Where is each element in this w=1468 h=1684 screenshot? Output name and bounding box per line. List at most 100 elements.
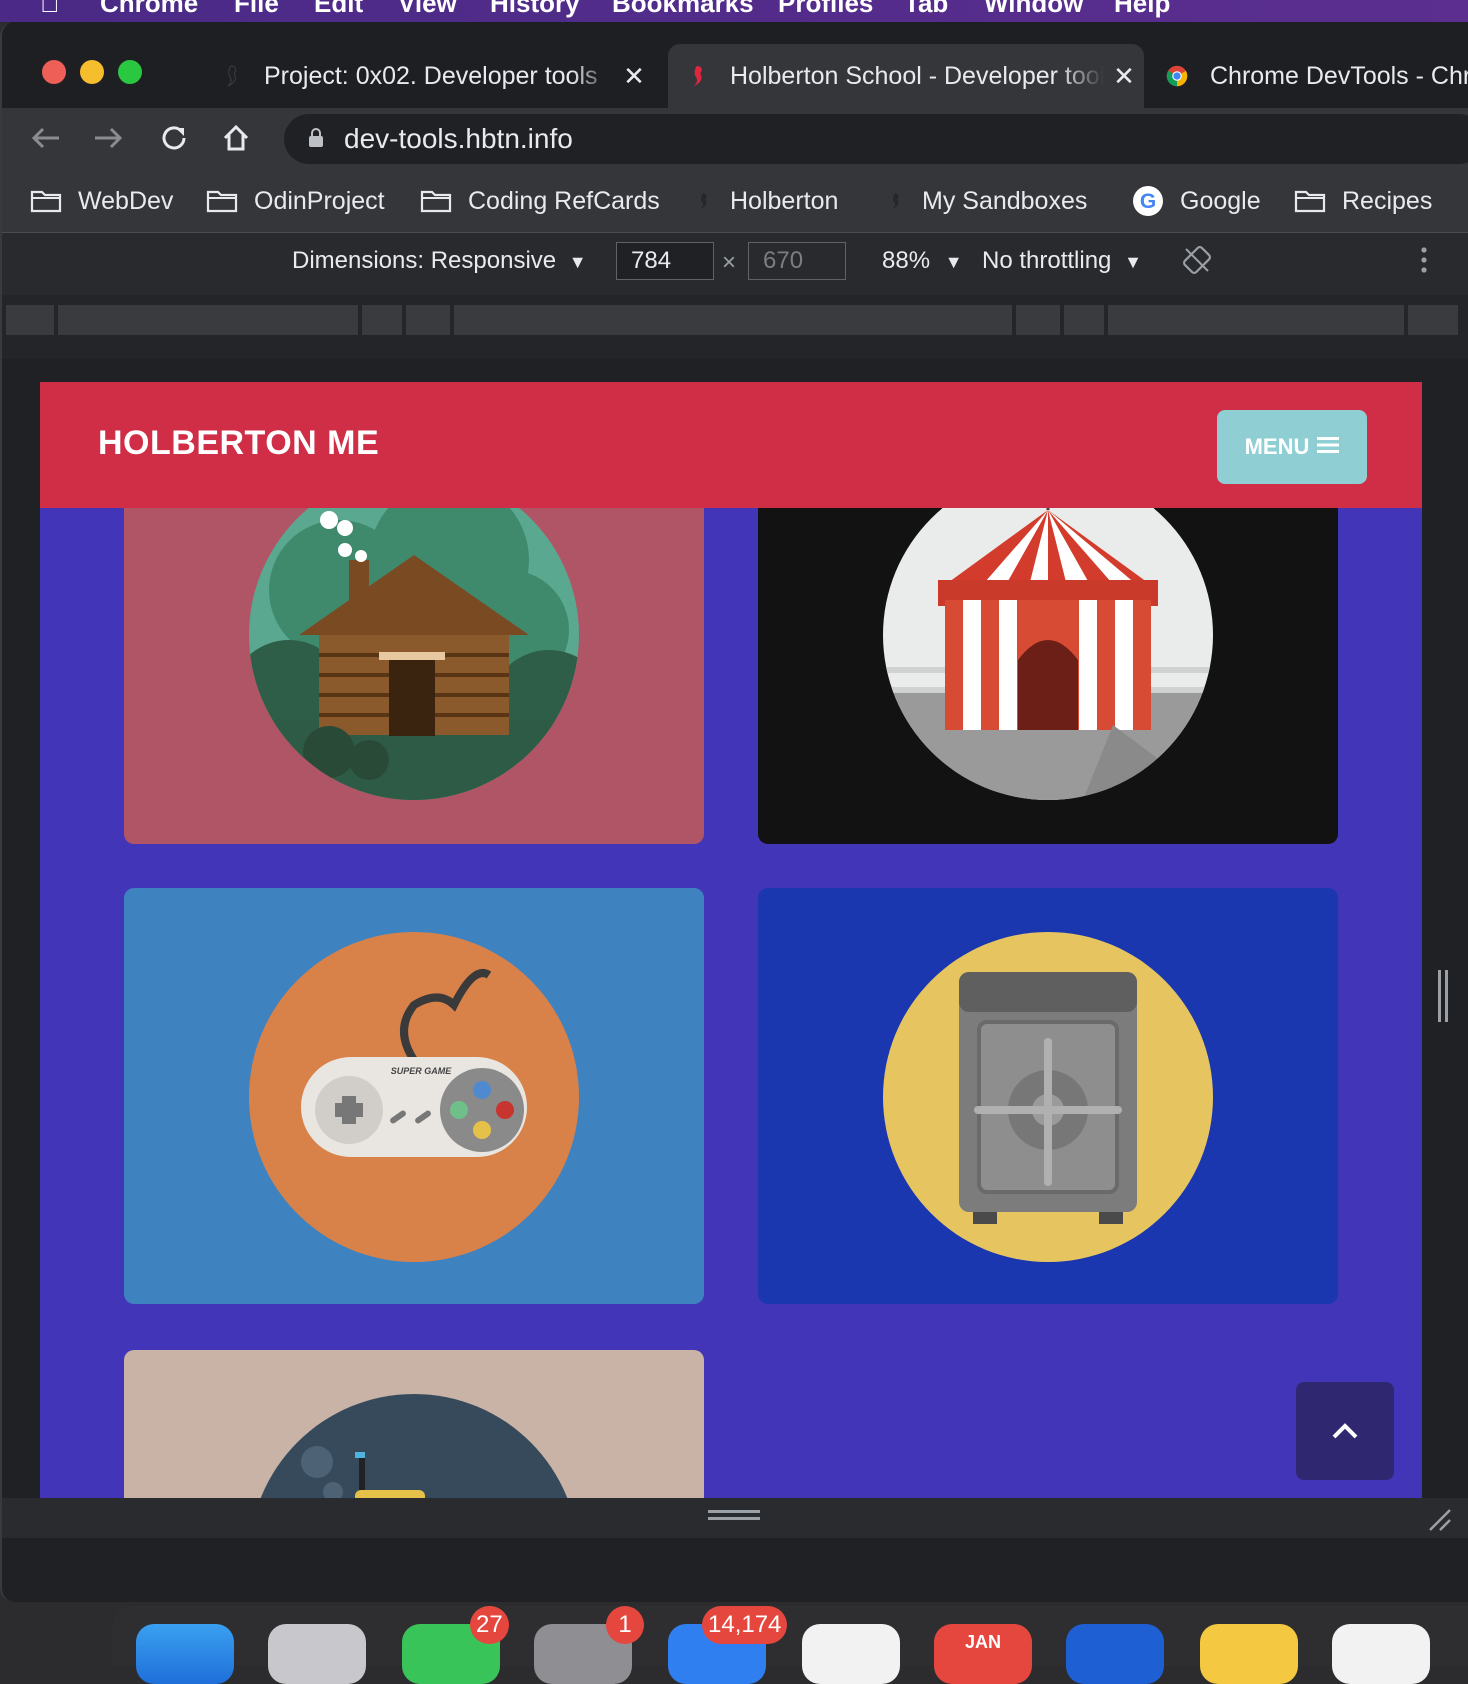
menu-profiles[interactable]: Profiles [778,0,873,19]
minimize-window-button[interactable] [80,60,104,84]
bookmark-label: My Sandboxes [922,186,1088,215]
rotate-icon[interactable] [1182,245,1212,282]
news-app-icon[interactable] [1332,1624,1430,1684]
bookmark-holberton[interactable]: Holberton [692,182,838,220]
viewport-resize-handle-bottom[interactable] [2,1498,1468,1538]
game-controller-illustration: SUPER GAME [249,932,579,1262]
site-brand[interactable]: HOLBERTON ME [98,424,379,463]
photos-app-icon[interactable] [802,1624,900,1684]
calendar-app-icon[interactable]: JAN [934,1624,1032,1684]
media-query-segment[interactable] [1064,305,1104,335]
card-game-controller[interactable]: SUPER GAME [124,888,704,1304]
tab-holberton-developer-tools[interactable]: Holberton School - Developer tools ✕ [668,44,1144,108]
log-cabin-illustration [249,478,579,800]
menu-bookmarks[interactable]: Bookmarks [612,0,754,19]
tab-strip: Project: 0x02. Developer tools ✕ Holbert… [2,22,1468,108]
hamburger-icon [1317,434,1340,460]
card-safe[interactable] [758,888,1338,1304]
finder-app-icon[interactable] [136,1624,234,1684]
dimensions-dropdown[interactable]: Dimensions: Responsive ▼ [292,247,587,275]
notes-app-icon[interactable] [1200,1624,1298,1684]
tab-project-developer-tools[interactable]: Project: 0x02. Developer tools ✕ [202,44,654,108]
menu-label: MENU [1244,434,1310,459]
chevron-up-icon [1332,1423,1358,1439]
menu-window[interactable]: Window [984,0,1083,19]
bookmark-recipes[interactable]: Recipes [1294,182,1432,220]
throttling-label: No throttling [982,247,1112,274]
emulated-viewport: HOLBERTON ME MENU SUPER GAME [40,382,1422,1498]
menu-file[interactable]: File [234,0,279,19]
bookmark-label: Google [1180,186,1261,215]
media-query-segment[interactable] [1108,305,1404,335]
card-log-cabin[interactable] [124,478,704,844]
bookmark-label: OdinProject [254,186,385,215]
menu-view[interactable]: View [398,0,457,19]
media-query-segment[interactable] [454,305,1012,335]
macos-dock: 27 1 14,174 JAN [112,1606,1468,1684]
reload-button[interactable] [154,118,194,158]
folder-icon [30,188,62,214]
media-query-segment[interactable] [362,305,402,335]
media-query-segment[interactable] [1016,305,1060,335]
bookmarks-bar: WebDev OdinProject Coding RefCards Holbe… [2,170,1468,233]
resize-corner-icon [1429,1509,1451,1531]
macos-menubar:  Chrome File Edit View History Bookmark… [0,0,1468,22]
close-tab-icon[interactable]: ✕ [1104,61,1144,92]
device-toolbar: Dimensions: Responsive ▼ 784 × 670 88% ▼… [2,233,1468,295]
height-input[interactable]: 670 [748,242,846,280]
folder-icon [206,188,238,214]
browser-toolbar: dev-tools.hbtn.info [2,108,1468,170]
bookmark-webdev[interactable]: WebDev [30,182,173,220]
submarine-illustration [249,1394,579,1498]
zoom-dropdown[interactable]: 88% ▼ [882,247,963,275]
site-header: HOLBERTON ME MENU [40,382,1422,508]
close-window-button[interactable] [42,60,66,84]
bookmark-google[interactable]: G Google [1132,182,1261,220]
reload-icon [162,126,186,150]
width-input[interactable]: 784 [616,242,714,280]
menu-button[interactable]: MENU [1217,410,1367,484]
bookmark-label: WebDev [78,186,174,215]
forward-arrow-icon [95,127,123,149]
apple-icon[interactable]:  [40,0,60,19]
media-query-segment[interactable] [6,305,54,335]
zoom-window-button[interactable] [118,60,142,84]
media-query-bar[interactable] [2,295,1468,359]
more-options-icon[interactable] [1420,245,1428,282]
menu-help[interactable]: Help [1114,0,1170,19]
media-query-segment[interactable] [1408,305,1458,335]
keynote-app-icon[interactable] [1066,1624,1164,1684]
menu-edit[interactable]: Edit [314,0,363,19]
bookmark-odinproject[interactable]: OdinProject [206,182,385,220]
throttling-dropdown[interactable]: No throttling ▼ [982,247,1142,275]
launchpad-app-icon[interactable] [268,1624,366,1684]
menu-tab[interactable]: Tab [904,0,948,19]
seahorse-icon [686,65,708,87]
card-submarine[interactable] [124,1350,704,1498]
bookmark-coding-refcards[interactable]: Coding RefCards [420,182,660,220]
bookmark-my-sandboxes[interactable]: My Sandboxes [884,182,1087,220]
tab-chrome-devtools[interactable]: Chrome DevTools - Chrome Developers [1148,44,1468,108]
menu-chrome[interactable]: Chrome [100,0,198,19]
address-bar[interactable]: dev-tools.hbtn.info [284,114,1468,164]
forward-button[interactable] [88,118,128,158]
media-query-segment[interactable] [406,305,450,335]
media-query-segment[interactable] [58,305,358,335]
chrome-window: Project: 0x02. Developer tools ✕ Holbert… [0,22,1468,1602]
home-button[interactable] [216,118,256,158]
mail-badge: 14,174 [702,1606,788,1644]
close-tab-icon[interactable]: ✕ [614,61,654,92]
menu-history[interactable]: History [490,0,580,19]
bookmark-label: Holberton [730,186,839,215]
tab-title: Holberton School - Developer tools [730,61,1104,90]
chrome-icon [1166,65,1188,87]
messages-badge: 27 [470,1606,509,1644]
back-button[interactable] [26,118,66,158]
svg-text:G: G [1140,190,1156,213]
safe-illustration [883,932,1213,1262]
scroll-to-top-button[interactable] [1296,1382,1394,1480]
seahorse-icon [220,65,242,87]
viewport-resize-handle-right[interactable] [1436,970,1450,1022]
times-separator: × [722,249,737,276]
card-circus-tent[interactable] [758,478,1338,844]
